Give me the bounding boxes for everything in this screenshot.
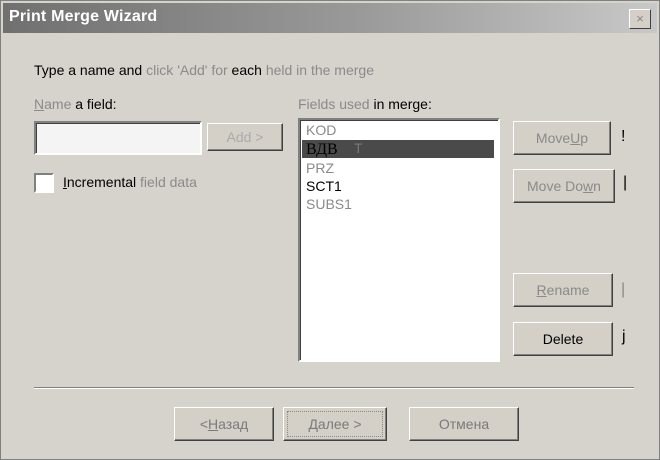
move-down-label-key: w [583, 178, 594, 194]
incremental-label-tail: field data [136, 174, 197, 190]
list-item[interactable]: SCT1 [306, 178, 342, 194]
instruction-part-2: click 'Add' for [146, 62, 228, 78]
delete-button[interactable]: Delete [513, 322, 613, 356]
close-icon[interactable]: × [629, 9, 651, 29]
print-merge-wizard-dialog: Print Merge Wizard × Type a name and cli… [0, 0, 660, 460]
incremental-label: Incremental field data [63, 174, 197, 190]
list-item-selected[interactable]: ВДВ [306, 141, 338, 159]
move-up-button[interactable]: Move Up [513, 121, 611, 155]
name-field-label-tail: a field: [71, 96, 117, 112]
back-label-rest: азад [218, 416, 249, 432]
add-button[interactable]: Add > [207, 123, 283, 151]
back-label-key: Н [208, 416, 219, 432]
incremental-label-rest: ncremental [66, 174, 137, 190]
back-label-pre: < [199, 416, 209, 432]
next-button[interactable]: Далее > [283, 407, 387, 441]
name-field-label-rest: ame [44, 96, 72, 112]
fields-used-label-tail: in merge: [369, 96, 432, 112]
name-field-label-mnemonic: N [34, 96, 45, 112]
move-up-label-post: p [580, 130, 589, 146]
delete-side-mark: j [622, 328, 626, 345]
back-button[interactable]: < Назад [174, 407, 274, 441]
fields-list[interactable]: KOD ВДВ T PRZ SCT1 SUBS1 [298, 118, 500, 362]
move-up-label-key: U [570, 130, 581, 146]
move-up-side-mark: ! [621, 128, 626, 145]
rename-label-key: R [536, 282, 547, 298]
title-bar: Print Merge Wizard × [3, 3, 657, 33]
move-up-label-pre: Move [535, 130, 571, 146]
list-item[interactable]: PRZ [306, 160, 334, 176]
incremental-checkbox[interactable] [34, 173, 54, 193]
next-label: Далее > [308, 416, 362, 432]
move-down-side-mark: | [623, 174, 628, 191]
list-item[interactable]: KOD [306, 122, 336, 138]
fields-used-label-first: Fields used [298, 96, 370, 112]
move-down-button[interactable]: Move Down [513, 169, 615, 203]
list-item[interactable]: SUBS1 [306, 196, 352, 212]
window-title: Print Merge Wizard [9, 8, 158, 25]
rename-label-rest: ename [546, 282, 590, 298]
instruction-part-3: each [227, 62, 266, 78]
cancel-label: Отмена [438, 416, 490, 432]
instruction-text: Type a name and click 'Add' for each hel… [34, 62, 374, 78]
add-button-label: Add > [226, 129, 264, 145]
instruction-part-4: held in the merge [265, 62, 374, 78]
instruction-part-1: Type a name and [34, 62, 147, 78]
fields-used-label: Fields used in merge: [298, 96, 432, 112]
name-field-input[interactable] [34, 121, 202, 155]
delete-label: Delete [542, 331, 584, 347]
rename-side-mark: | [621, 281, 626, 298]
cancel-button[interactable]: Отмена [409, 407, 519, 441]
rename-button[interactable]: Rename [513, 273, 613, 307]
footer-separator [34, 387, 634, 389]
move-down-label-pre: Move Do [527, 178, 584, 194]
list-item-selected-ghost: T [354, 140, 363, 156]
name-field-label: Name a field: [34, 96, 117, 112]
move-down-label-post: n [593, 178, 601, 194]
